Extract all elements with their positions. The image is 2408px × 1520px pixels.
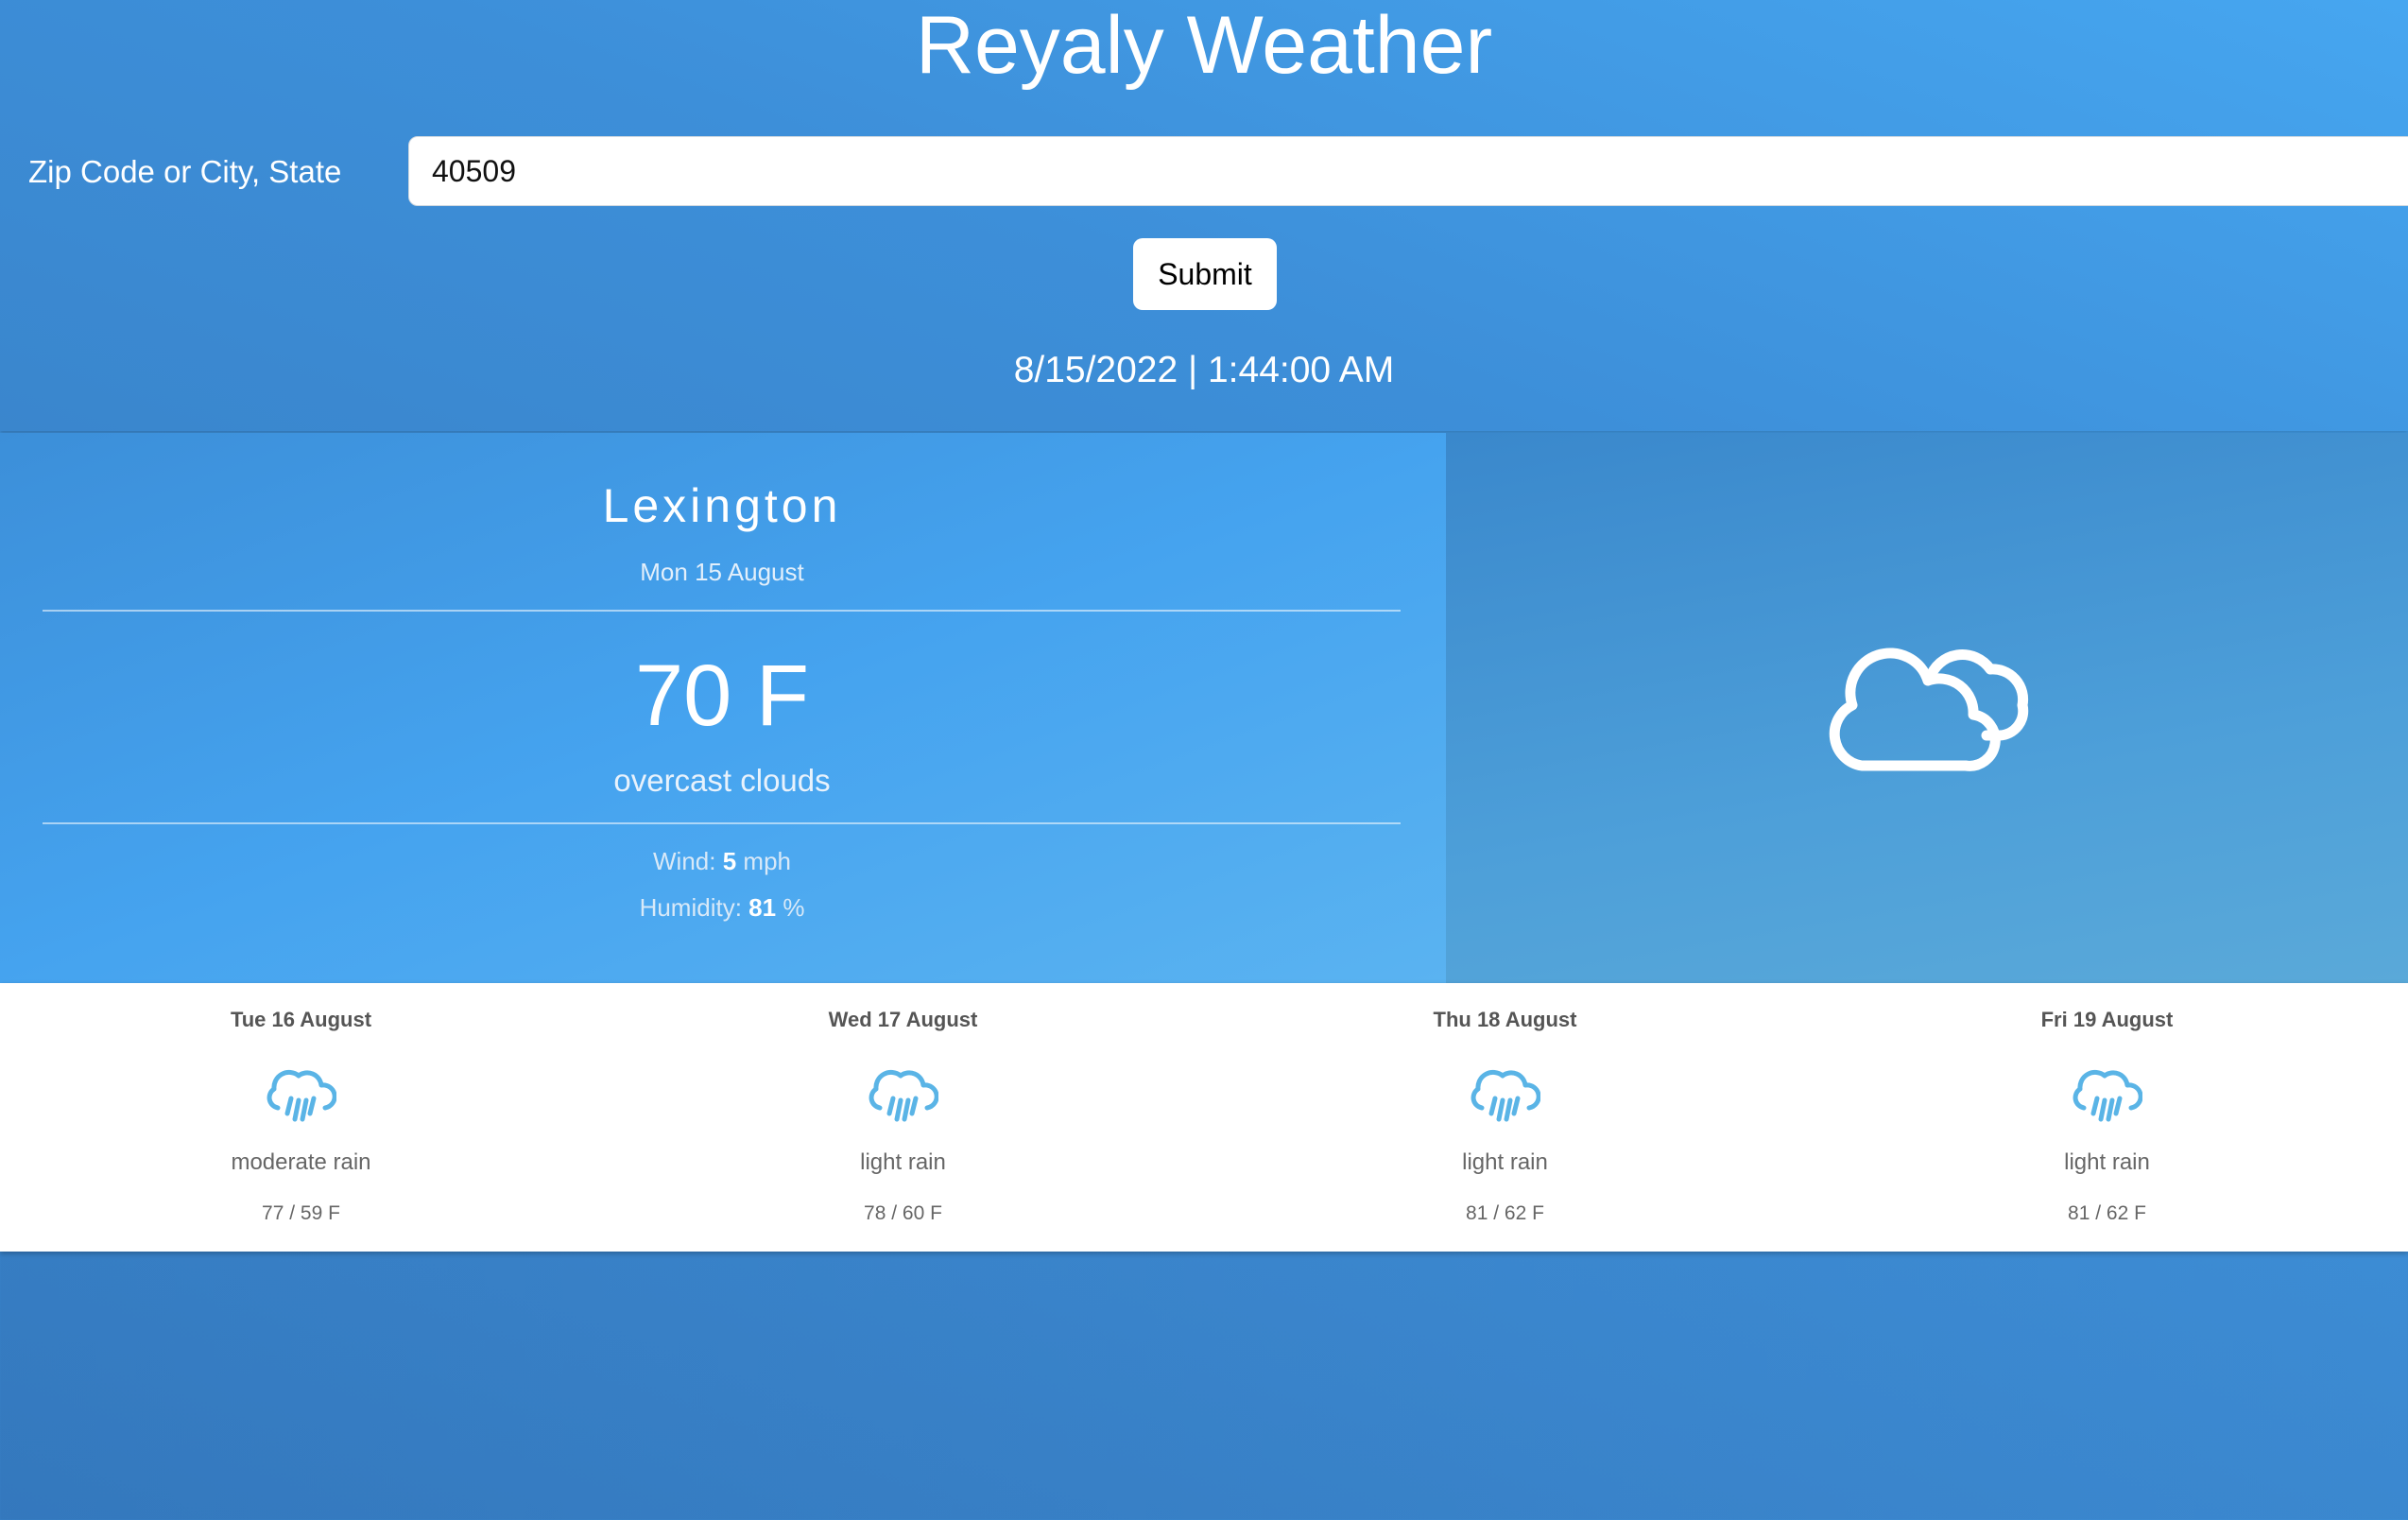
humidity-unit: % xyxy=(783,893,805,922)
current-condition: overcast clouds xyxy=(613,763,831,798)
wind-unit: mph xyxy=(743,847,791,875)
wind-value: 5 xyxy=(722,847,737,875)
rain-cloud-icon xyxy=(267,1069,336,1122)
search-input[interactable] xyxy=(408,136,2408,206)
forecast-day-title: Thu 18 August xyxy=(1433,1008,1577,1031)
humidity-label: Humidity: xyxy=(639,893,742,922)
forecast-temperatures: 81 / 62 F xyxy=(1466,1202,1544,1224)
current-date: Mon 15 August xyxy=(640,558,804,586)
forecast-temperatures: 78 / 60 F xyxy=(864,1202,942,1224)
rain-cloud-icon xyxy=(869,1069,938,1122)
submit-button[interactable]: Submit xyxy=(1133,238,1277,310)
forecast-temperatures: 81 / 62 F xyxy=(2068,1202,2146,1224)
cloud-icon xyxy=(1829,648,2029,771)
current-temperature: 70 F xyxy=(634,648,810,744)
humidity-value: 81 xyxy=(748,893,777,922)
current-datetime: 8/15/2022 | 1:44:00 AM xyxy=(1013,350,1395,390)
forecast-day: Wed 17 August light rain 78 / 60 F xyxy=(602,983,1204,1252)
wind-label: Wind: xyxy=(653,847,716,875)
forecast-day: Fri 19 August light rain 81 / 62 F xyxy=(1806,983,2408,1252)
divider xyxy=(43,822,1401,824)
app-title: Reyaly Weather xyxy=(915,0,1493,91)
forecast-description: light rain xyxy=(860,1149,946,1175)
forecast-description: light rain xyxy=(2064,1149,2150,1175)
forecast-day-title: Tue 16 August xyxy=(230,1008,372,1031)
forecast-day: Thu 18 August light rain 81 / 62 F xyxy=(1204,983,1806,1252)
forecast-day-title: Fri 19 August xyxy=(2040,1008,2174,1031)
forecast-description: moderate rain xyxy=(231,1149,371,1175)
forecast-day: Tue 16 August moderate rain 77 / 59 F xyxy=(0,983,602,1252)
city-name: Lexington xyxy=(602,479,842,532)
forecast-temperatures: 77 / 59 F xyxy=(262,1202,340,1224)
divider xyxy=(43,610,1401,612)
rain-cloud-icon xyxy=(2073,1069,2142,1122)
forecast-strip: Tue 16 August moderate rain 77 / 59 F We… xyxy=(0,983,2408,1252)
wind-stat: Wind: 5 mph xyxy=(0,845,1444,877)
header: Reyaly Weather Zip Code or City, State S… xyxy=(0,0,2408,431)
search-label: Zip Code or City, State xyxy=(28,154,342,189)
rain-cloud-icon xyxy=(1471,1069,1540,1122)
humidity-stat: Humidity: 81 % xyxy=(0,891,1444,924)
forecast-description: light rain xyxy=(1462,1149,1548,1175)
forecast-day-title: Wed 17 August xyxy=(828,1008,978,1031)
